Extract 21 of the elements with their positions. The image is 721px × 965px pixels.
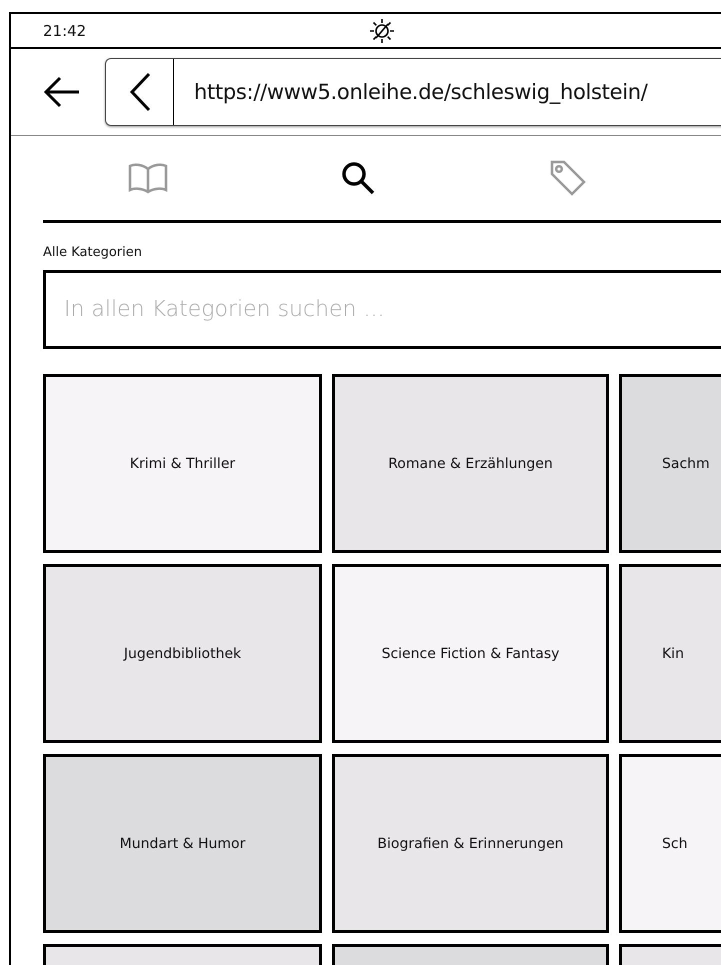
status-time: 21:42 xyxy=(43,22,88,40)
category-tile[interactable]: Krimi & Thriller xyxy=(43,374,322,553)
tag-icon xyxy=(549,159,587,197)
chevron-left-icon xyxy=(128,72,150,112)
browser-back-button[interactable] xyxy=(106,59,174,125)
category-label: Alle Kategorien xyxy=(43,245,144,260)
url-text: https://www5.onleihe.de/schleswig_holstein/ xyxy=(193,80,648,104)
category-tile[interactable]: Kin xyxy=(619,564,721,743)
address-bar[interactable]: https://www5.onleihe.de/schleswig_holstein/ xyxy=(105,58,721,126)
back-arrow-icon[interactable] xyxy=(43,75,81,109)
category-tile[interactable]: Sachm xyxy=(619,374,721,553)
category-tile[interactable]: Science Fiction & Fantasy xyxy=(332,564,609,743)
search-icon xyxy=(340,160,376,196)
category-tile[interactable]: Mundart & Humor xyxy=(43,754,322,933)
frontlight-off-icon xyxy=(369,18,395,44)
book-icon xyxy=(128,161,168,195)
search-field[interactable]: In allen Kategorien suchen ... xyxy=(43,270,721,349)
category-tile[interactable]: Jugendbibliothek xyxy=(43,564,322,743)
category-tile[interactable]: Sch xyxy=(619,754,721,933)
category-tile[interactable]: Biografien & Erinnerungen xyxy=(332,754,609,933)
category-tile[interactable]: Romane & Erzählungen xyxy=(332,374,609,553)
